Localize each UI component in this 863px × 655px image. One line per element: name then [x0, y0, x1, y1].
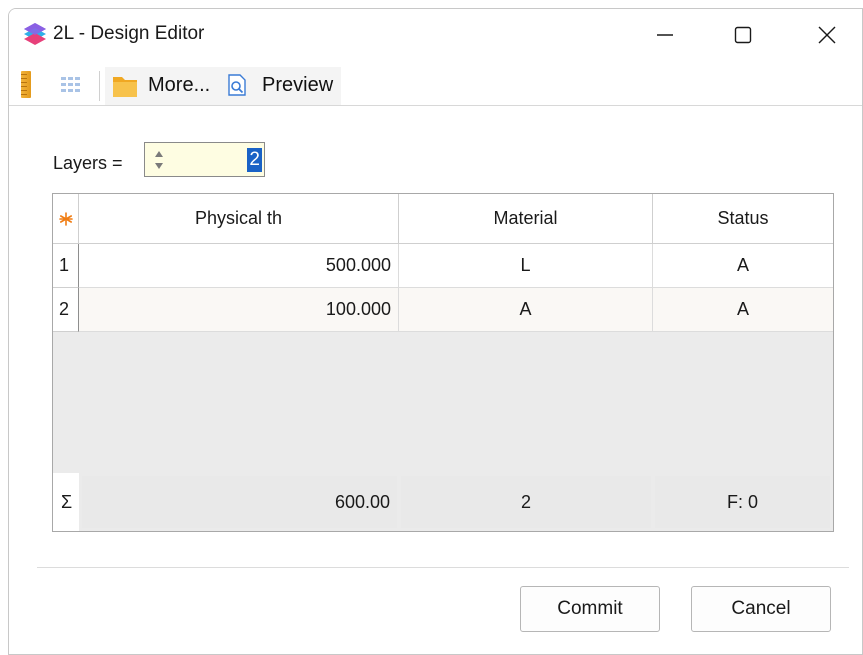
- cell-physical[interactable]: 500.000: [79, 244, 399, 288]
- column-header-material[interactable]: Material: [399, 194, 653, 244]
- summary-sigma: Σ: [53, 473, 79, 531]
- cell-physical[interactable]: 100.000: [79, 288, 399, 332]
- toolbar-divider: [9, 105, 862, 106]
- app-logo-icon: [24, 23, 46, 45]
- spin-down-arrow-icon[interactable]: [155, 163, 163, 169]
- asterisk-icon: [58, 211, 73, 226]
- row-header[interactable]: 2: [53, 288, 79, 332]
- maximize-icon: [734, 26, 752, 44]
- cell-status[interactable]: A: [653, 288, 833, 332]
- close-button[interactable]: [787, 9, 862, 61]
- column-header-physical[interactable]: Physical th: [79, 194, 399, 244]
- layers-value[interactable]: 2: [247, 148, 262, 172]
- maximize-button[interactable]: [703, 9, 783, 61]
- design-editor-window: 2L - Design Editor More... Preview Layer…: [8, 8, 863, 655]
- window-title: 2L - Design Editor: [53, 23, 205, 44]
- commit-button[interactable]: Commit: [520, 586, 660, 632]
- cell-material[interactable]: L: [399, 244, 653, 288]
- footer-divider: [37, 567, 849, 568]
- summary-physical: 600.00: [82, 476, 397, 528]
- summary-status: F: 0: [655, 476, 830, 528]
- row-header[interactable]: 1: [53, 244, 79, 288]
- layers-table: Physical th Material Status 1 500.000 L …: [52, 193, 834, 532]
- layers-spinner[interactable]: 2: [144, 142, 265, 177]
- minimize-button[interactable]: [625, 9, 705, 61]
- grid-view-icon[interactable]: [61, 77, 81, 92]
- more-button[interactable]: More...: [148, 74, 210, 97]
- toolbar-separator: [99, 71, 100, 101]
- toolbar: More... Preview: [9, 67, 862, 105]
- preview-icon[interactable]: [227, 74, 247, 96]
- layers-label: Layers =: [53, 153, 123, 173]
- corner-cell[interactable]: [53, 194, 79, 244]
- folder-icon[interactable]: [111, 73, 139, 99]
- minimize-icon: [657, 34, 673, 36]
- column-header-status[interactable]: Status: [653, 194, 833, 244]
- cell-status[interactable]: A: [653, 244, 833, 288]
- cell-material[interactable]: A: [399, 288, 653, 332]
- title-bar[interactable]: 2L - Design Editor: [9, 9, 862, 61]
- summary-material: 2: [401, 476, 651, 528]
- ruler-icon[interactable]: [21, 71, 31, 98]
- preview-button[interactable]: Preview: [262, 74, 333, 97]
- spin-up-arrow-icon[interactable]: [155, 151, 163, 157]
- close-icon: [818, 26, 836, 44]
- cancel-button[interactable]: Cancel: [691, 586, 831, 632]
